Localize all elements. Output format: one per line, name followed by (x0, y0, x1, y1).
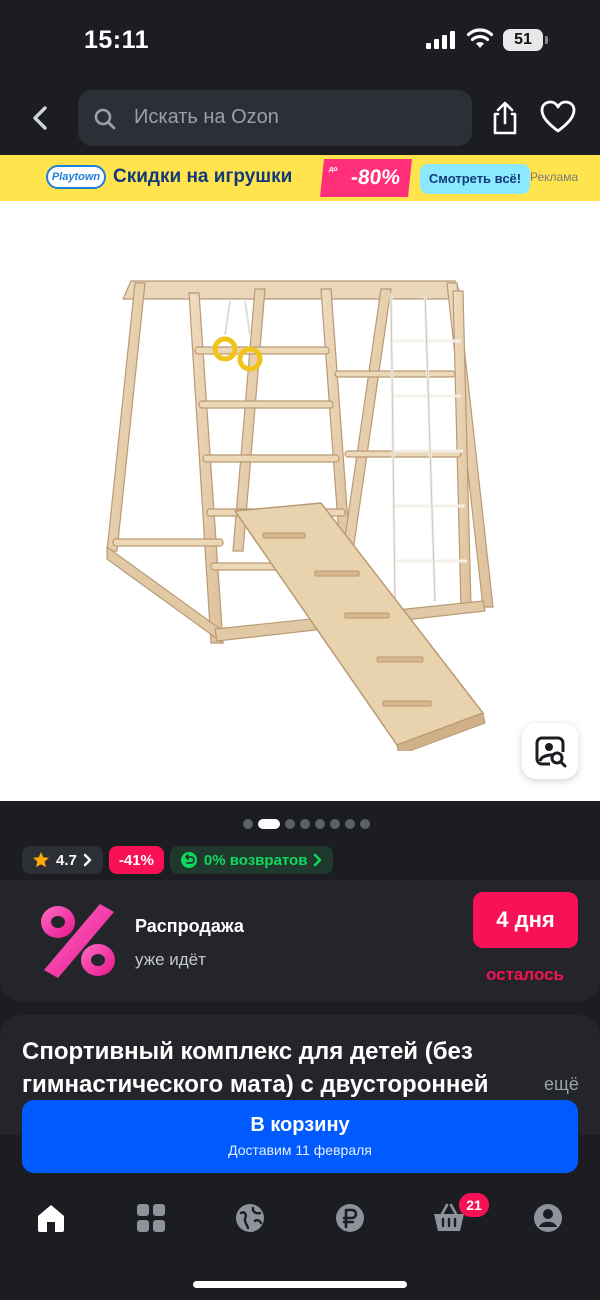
pagination-dot-active[interactable] (258, 819, 280, 829)
pagination-dot[interactable] (315, 819, 325, 829)
banner-headline: Скидки на игрушки (113, 166, 293, 187)
finance-icon[interactable] (333, 1201, 367, 1235)
delivery-date: Доставим 11 февраля (228, 1142, 372, 1158)
discount-value: -41% (118, 851, 154, 869)
pagination-dot[interactable] (360, 819, 370, 829)
cart-count-badge: 21 (459, 1193, 489, 1217)
banner-cta-button[interactable]: Смотреть всё! (420, 164, 530, 194)
sale-promo-card[interactable]: Распродажа уже идёт 4 дня осталось (0, 880, 600, 1002)
battery-tip (545, 36, 548, 44)
chevron-right-icon (83, 853, 92, 867)
promo-timer-suffix: осталось (485, 965, 565, 984)
promo-title: Распродажа (135, 916, 244, 936)
star-icon (33, 852, 49, 868)
wifi-icon (466, 28, 494, 48)
percent-icon (41, 904, 115, 978)
add-to-cart-button[interactable]: В корзину Доставим 11 февраля (22, 1100, 578, 1173)
pagination-dot[interactable] (330, 819, 340, 829)
return-arrow-icon (180, 852, 197, 868)
chevron-right-icon (314, 853, 322, 867)
catalog-icon[interactable] (134, 1201, 168, 1235)
pagination-dot[interactable] (345, 819, 355, 829)
share-icon[interactable] (488, 100, 522, 136)
fresh-icon[interactable] (233, 1201, 267, 1235)
pagination-dot[interactable] (300, 819, 310, 829)
gallery-pagination[interactable] (243, 818, 370, 830)
rating-chip[interactable]: 4.7 (22, 846, 103, 874)
promo-timer-badge: 4 дня (473, 892, 578, 948)
cellular-signal-icon (426, 31, 455, 49)
pagination-dot[interactable] (285, 819, 295, 829)
status-bar: 15:11 51 (0, 0, 600, 82)
expand-title-link[interactable]: ещё (530, 1074, 579, 1095)
product-badges: 4.7 -41% 0% возвратов (22, 846, 334, 874)
top-app-bar: Искать на Ozon (0, 82, 600, 155)
battery-level: 51 (503, 29, 543, 51)
discount-chip: -41% (108, 846, 164, 874)
rating-value: 4.7 (56, 851, 77, 869)
product-image (106, 280, 494, 751)
ad-banner[interactable]: Playtown Скидки на игрушки до -80% Смотр… (0, 155, 600, 201)
banner-discount-value: -80% (349, 166, 402, 189)
bottom-tab-bar: 21 (0, 1183, 600, 1300)
returns-label: 0% возвратов (203, 851, 308, 869)
ad-label: Реклама (530, 170, 579, 184)
search-input[interactable]: Искать на Ozon (78, 90, 472, 146)
banner-discount: до -80% (320, 159, 412, 197)
visual-search-button[interactable] (522, 723, 578, 779)
product-image-gallery[interactable] (0, 201, 600, 801)
home-indicator (193, 1281, 407, 1288)
search-icon (94, 108, 116, 130)
status-time: 15:11 (84, 26, 150, 54)
promo-subtitle: уже идёт (135, 950, 206, 969)
back-arrow-icon[interactable] (22, 100, 58, 136)
search-placeholder: Искать на Ozon (134, 106, 279, 128)
returns-chip[interactable]: 0% возвратов (169, 846, 334, 874)
banner-discount-prefix: до (328, 166, 338, 173)
product-title: Спортивный комплекс для детей (без гимна… (22, 1038, 489, 1098)
image-search-icon (535, 736, 567, 768)
home-icon[interactable] (34, 1201, 68, 1235)
profile-icon[interactable] (531, 1201, 565, 1235)
add-to-cart-label: В корзину (250, 1114, 350, 1136)
brand-logo: Playtown (46, 165, 106, 189)
heart-icon[interactable] (540, 100, 576, 134)
pagination-dot[interactable] (243, 819, 253, 829)
